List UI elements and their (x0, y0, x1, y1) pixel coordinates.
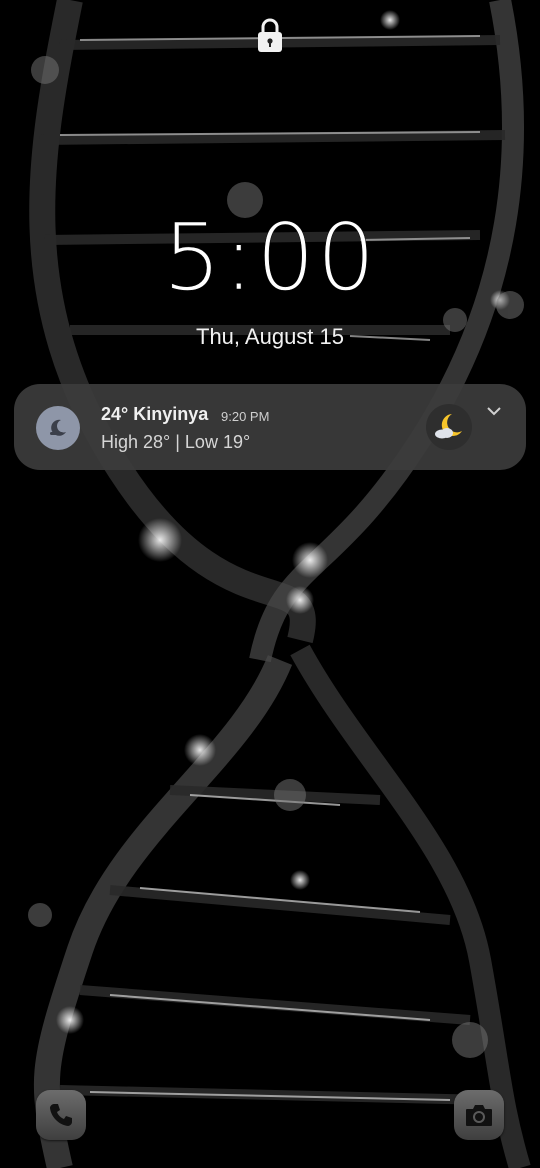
lockscreen-clock: 5:00 (162, 204, 378, 311)
phone-shortcut-button[interactable] (36, 1090, 86, 1140)
phone-icon (50, 1104, 72, 1126)
wallpaper-dna-helix (0, 0, 540, 1168)
notification-title: 24° Kinyinya (101, 404, 209, 424)
lock-icon[interactable] (255, 16, 285, 54)
moon-icon (36, 406, 80, 450)
weather-notification[interactable]: 24° Kinyinya 9:20 PM High 28° | Low 19° (14, 384, 526, 470)
notification-subtitle: High 28° | Low 19° (101, 432, 251, 452)
lockscreen-date: Thu, August 15 (196, 324, 344, 349)
chevron-down-icon[interactable] (484, 404, 504, 418)
notification-time: 9:20 PM (221, 409, 270, 424)
camera-shortcut-button[interactable] (454, 1090, 504, 1140)
moon-cloud-icon (426, 404, 472, 450)
camera-icon (466, 1105, 492, 1126)
